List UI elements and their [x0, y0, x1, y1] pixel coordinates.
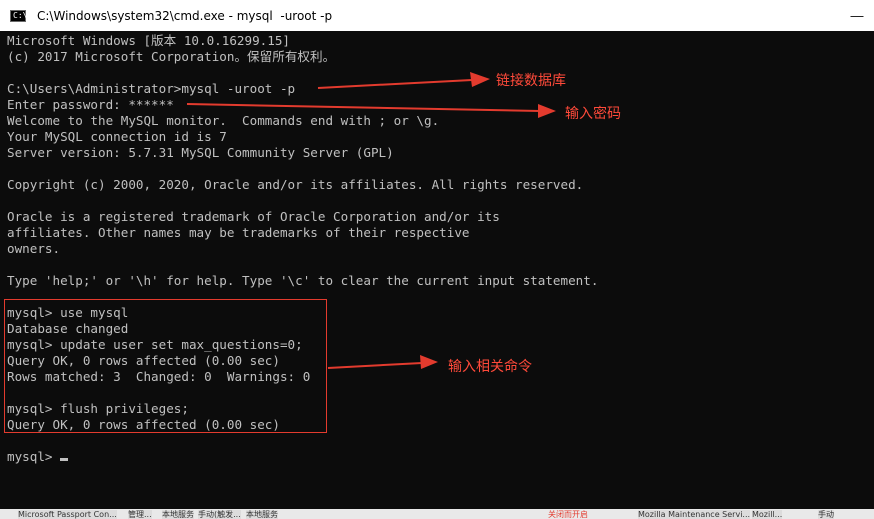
console-line: Query OK, 0 rows affected (0.00 sec) [7, 353, 280, 368]
minimize-button[interactable]: — [842, 0, 872, 31]
bg-item: 手动 [818, 510, 834, 519]
background-window-strip: Microsoft Passport Con... 管理... 本地服务 手动(… [0, 509, 874, 519]
window-title: C:\Windows\system32\cmd.exe - mysql -uro… [37, 8, 333, 23]
console-line: Microsoft Windows [版本 10.0.16299.15] [7, 33, 290, 48]
console-line: Your MySQL connection id is 7 [7, 129, 227, 144]
cmd-window: C:\ C:\Windows\system32\cmd.exe - mysql … [0, 0, 874, 519]
bg-item: 手动(触发... [198, 510, 241, 519]
console-line: Rows matched: 3 Changed: 0 Warnings: 0 [7, 369, 311, 384]
console-line: Database changed [7, 321, 129, 336]
console-line: mysql> update user set max_questions=0; [7, 337, 303, 352]
bg-item: Microsoft Passport Con... [18, 510, 117, 519]
console-line: mysql> [7, 449, 857, 465]
console-output[interactable]: Microsoft Windows [版本 10.0.16299.15] (c) … [7, 33, 857, 509]
console-line: Type 'help;' or '\h' for help. Type '\c'… [7, 273, 599, 288]
annotation-enter-commands: 输入相关命令 [448, 359, 532, 375]
console-line: mysql> use mysql [7, 305, 129, 320]
annotation-connect-db: 链接数据库 [496, 73, 566, 89]
console-line: Welcome to the MySQL monitor. Commands e… [7, 113, 440, 128]
console-line: (c) 2017 Microsoft Corporation。保留所有权利。 [7, 49, 336, 64]
bg-item: 关闭而开启 [548, 510, 588, 519]
console-line: affiliates. Other names may be trademark… [7, 225, 470, 240]
cmd-icon: C:\ [10, 9, 27, 22]
bg-item: Mozilla Maintenance Servi... [638, 510, 751, 519]
annotation-enter-password: 输入密码 [565, 106, 621, 122]
console-line: Server version: 5.7.31 MySQL Community S… [7, 145, 394, 160]
bg-item: 本地服务 [246, 510, 278, 519]
bg-item: Mozill... [752, 510, 783, 519]
bg-item: 本地服务 [162, 510, 194, 519]
console-line: mysql> flush privileges; [7, 401, 189, 416]
console-line: Query OK, 0 rows affected (0.00 sec) [7, 417, 280, 432]
console-line: C:\Users\Administrator>mysql -uroot -p [7, 81, 296, 96]
vertical-scrollbar[interactable] [858, 31, 874, 509]
title-bar[interactable]: C:\ C:\Windows\system32\cmd.exe - mysql … [0, 0, 874, 31]
text-cursor [60, 458, 69, 461]
console-line: Enter password: ****** [7, 97, 174, 112]
prompt-text: mysql> [7, 449, 61, 464]
console-line: Oracle is a registered trademark of Orac… [7, 209, 500, 224]
console-line: Copyright (c) 2000, 2020, Oracle and/or … [7, 177, 584, 192]
bg-item: 管理... [128, 510, 152, 519]
console-line: owners. [7, 241, 61, 256]
